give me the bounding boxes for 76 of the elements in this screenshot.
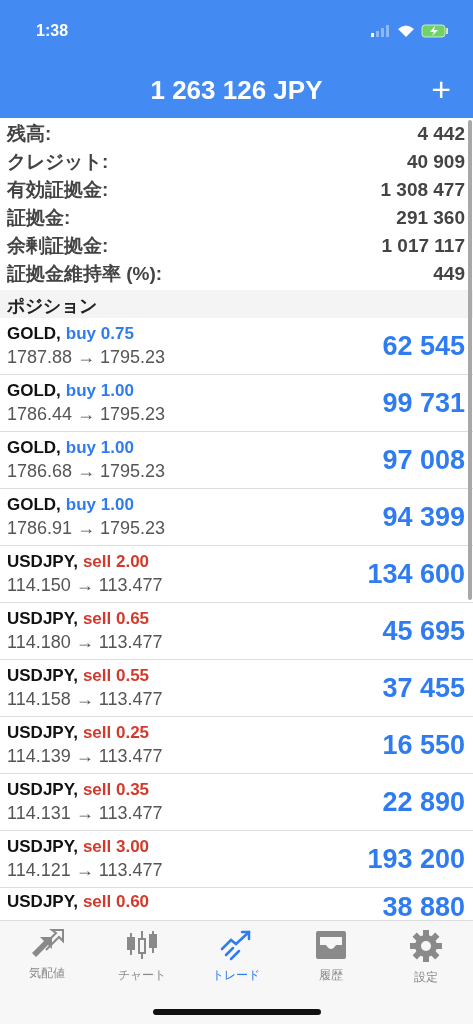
order-label: sell 3.00 (82, 837, 150, 857)
order-label: buy 1.00 (65, 381, 134, 401)
order-label: sell 2.00 (82, 552, 150, 572)
profit-value: 94 399 (382, 501, 465, 533)
price-change: 1787.88 → 1795.23 (7, 347, 166, 368)
profit-value: 97 008 (382, 444, 465, 476)
summary-value: 291 360 (396, 207, 465, 229)
settings-icon (408, 929, 443, 963)
candlestick-icon (124, 929, 159, 961)
order-label: sell 0.65 (82, 609, 150, 629)
price-change: 114.158 → 113.477 (7, 689, 163, 710)
tab-item[interactable]: 設定 (385, 929, 466, 986)
account-balance-title: 1 263 126 JPY (150, 74, 323, 106)
order-label: buy 1.00 (65, 495, 134, 515)
symbol-label: GOLD, (7, 381, 61, 401)
summary-label: 残高: (7, 122, 52, 146)
summary-label: 証拠金: (7, 206, 71, 230)
symbol-label: GOLD, (7, 495, 61, 515)
order-label: sell 0.60 (82, 892, 150, 912)
inbox-icon (314, 929, 349, 961)
summary-label: 余剰証拠金: (7, 234, 109, 258)
summary-value: 4 442 (417, 123, 465, 145)
profit-value: 22 890 (382, 786, 465, 818)
tab-item[interactable]: 気配値 (7, 929, 88, 986)
symbol-label: USDJPY, (7, 609, 78, 629)
summary-value: 1 017 117 (381, 235, 465, 257)
clock-time: 1:38 (36, 22, 69, 40)
symbol-label: USDJPY, (7, 552, 78, 572)
position-row[interactable]: USDJPY, sell 0.65 114.180 → 113.477 45 695 (0, 603, 473, 660)
price-change: 114.150 → 113.477 (7, 575, 163, 596)
section-header: ポジション (0, 290, 473, 318)
summary-label: 証拠金維持率 (%): (7, 262, 163, 286)
symbol-label: USDJPY, (7, 892, 78, 912)
price-change: 1786.91 → 1795.23 (7, 518, 166, 539)
battery-icon (421, 24, 449, 38)
price-change: 1786.44 → 1795.23 (7, 404, 166, 425)
profit-value: 62 545 (382, 330, 465, 362)
profit-value: 38 880 (382, 892, 465, 920)
tab-item[interactable]: チャート (101, 929, 182, 986)
symbol-label: USDJPY, (7, 723, 78, 743)
position-row[interactable]: USDJPY, sell 0.35 114.131 → 113.477 22 890 (0, 774, 473, 831)
summary-label: 有効証拠金: (7, 178, 109, 202)
summary-value: 40 909 (406, 151, 465, 173)
profit-value: 134 600 (367, 558, 465, 590)
order-label: buy 1.00 (65, 438, 134, 458)
signal-icon (371, 25, 391, 37)
symbol-label: USDJPY, (7, 780, 78, 800)
order-label: sell 0.25 (82, 723, 150, 743)
symbol-label: GOLD, (7, 324, 61, 344)
price-change: 114.131 → 113.477 (7, 803, 163, 824)
wifi-icon (397, 24, 415, 38)
position-row[interactable]: USDJPY, sell 0.55 114.158 → 113.477 37 455 (0, 660, 473, 717)
order-label: buy 0.75 (65, 324, 134, 344)
tab-item[interactable]: トレード (196, 929, 277, 986)
summary-label: クレジット: (7, 150, 109, 174)
symbol-label: USDJPY, (7, 666, 78, 686)
profit-value: 37 455 (382, 672, 465, 704)
price-change: 114.180 → 113.477 (7, 632, 163, 653)
profit-value: 193 200 (367, 843, 465, 875)
summary-value: 449 (433, 263, 465, 285)
position-row[interactable]: USDJPY, sell 0.60 38 880 (0, 888, 473, 920)
tab-item[interactable]: 履歴 (291, 929, 372, 986)
position-row[interactable]: USDJPY, sell 0.25 114.139 → 113.477 16 550 (0, 717, 473, 774)
profit-value: 99 731 (382, 387, 465, 419)
order-label: sell 0.35 (82, 780, 150, 800)
price-change: 114.121 → 113.477 (7, 860, 163, 881)
position-row[interactable]: USDJPY, sell 3.00 114.121 → 113.477 193 200 (0, 831, 473, 888)
profit-value: 45 695 (382, 615, 465, 647)
summary-value: 1 308 477 (380, 179, 465, 201)
symbol-label: GOLD, (7, 438, 61, 458)
price-change: 114.139 → 113.477 (7, 746, 163, 767)
arrows-icon (30, 929, 65, 959)
symbol-label: USDJPY, (7, 837, 78, 857)
order-label: sell 0.55 (82, 666, 150, 686)
profit-value: 16 550 (382, 729, 465, 761)
price-change: 1786.68 → 1795.23 (7, 461, 166, 482)
